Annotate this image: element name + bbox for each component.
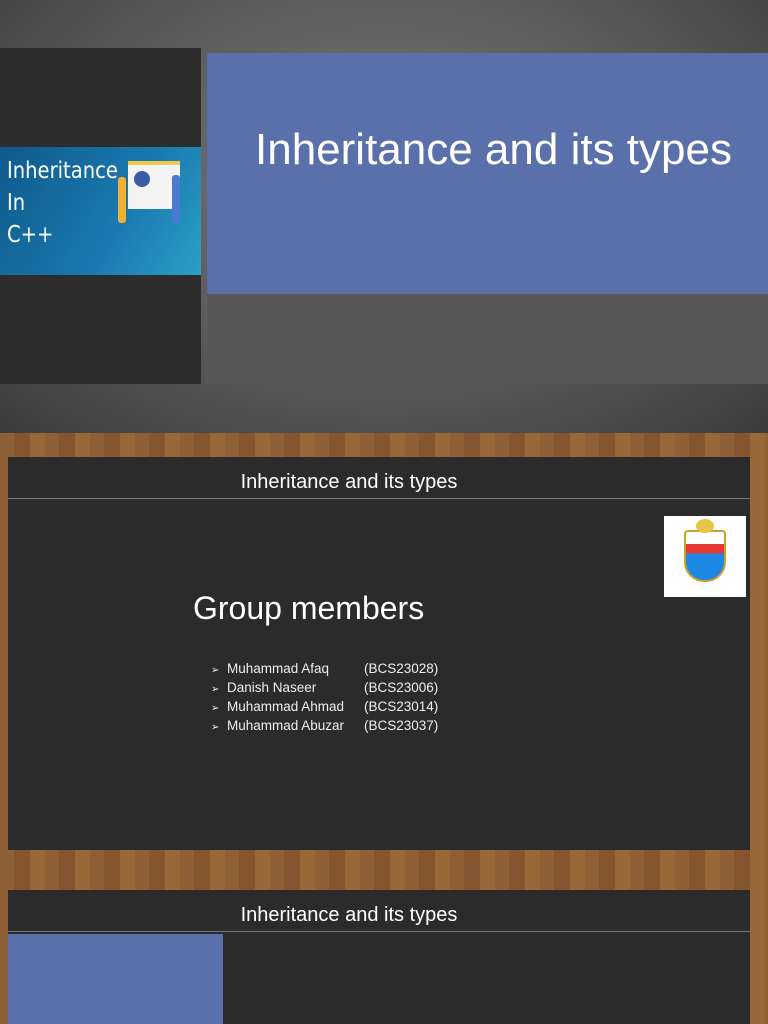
list-item: ➢ Danish Naseer (BCS23006) [211, 679, 438, 698]
slide-title: Inheritance and its types [255, 125, 732, 174]
arrow-bullet-icon: ➢ [211, 703, 220, 714]
list-item: ➢ Muhammad Afaq (BCS23028) [211, 660, 438, 679]
member-id: (BCS23028) [364, 661, 439, 676]
thumb-line: Inheritance [7, 158, 118, 184]
inheritance-cpp-image: Inheritance In C++ [0, 147, 201, 275]
thumb-line: C++ [7, 222, 54, 248]
university-logo [664, 516, 746, 597]
slide-header: Inheritance and its types [8, 457, 750, 499]
member-id: (BCS23037) [364, 718, 439, 733]
blue-panel [8, 934, 223, 1024]
group-members-heading: Group members [193, 590, 425, 626]
member-name: Danish Naseer [227, 680, 317, 695]
lower-panel [207, 294, 768, 384]
person-illustration [172, 175, 180, 223]
member-name: Muhammad Afaq [227, 661, 330, 676]
slide-header: Inheritance and its types [8, 890, 750, 932]
arrow-bullet-icon: ➢ [211, 722, 220, 733]
arrow-bullet-icon: ➢ [211, 684, 220, 695]
thumb-line: In [7, 190, 26, 216]
list-item: ➢ Muhammad Abuzar (BCS23037) [211, 717, 438, 736]
member-id: (BCS23014) [364, 699, 439, 714]
slide-1[interactable]: Inheritance In C++ Inheritance and its typ… [0, 0, 768, 433]
members-list: ➢ Muhammad Afaq (BCS23028) ➢ Danish Naseer (… [211, 660, 438, 736]
arrow-bullet-icon: ➢ [211, 665, 220, 676]
member-name: Muhammad Abuzar [227, 718, 345, 733]
member-id: (BCS23006) [364, 680, 439, 695]
person-illustration [118, 177, 126, 223]
member-name: Muhammad Ahmad [227, 699, 345, 714]
list-item: ➢ Muhammad Ahmad (BCS23014) [211, 698, 438, 717]
title-box: Inheritance and its types [207, 53, 768, 294]
slide-3[interactable]: Inheritance and its types [8, 890, 750, 1024]
slide-2[interactable]: Inheritance and its types Group members … [8, 457, 750, 850]
